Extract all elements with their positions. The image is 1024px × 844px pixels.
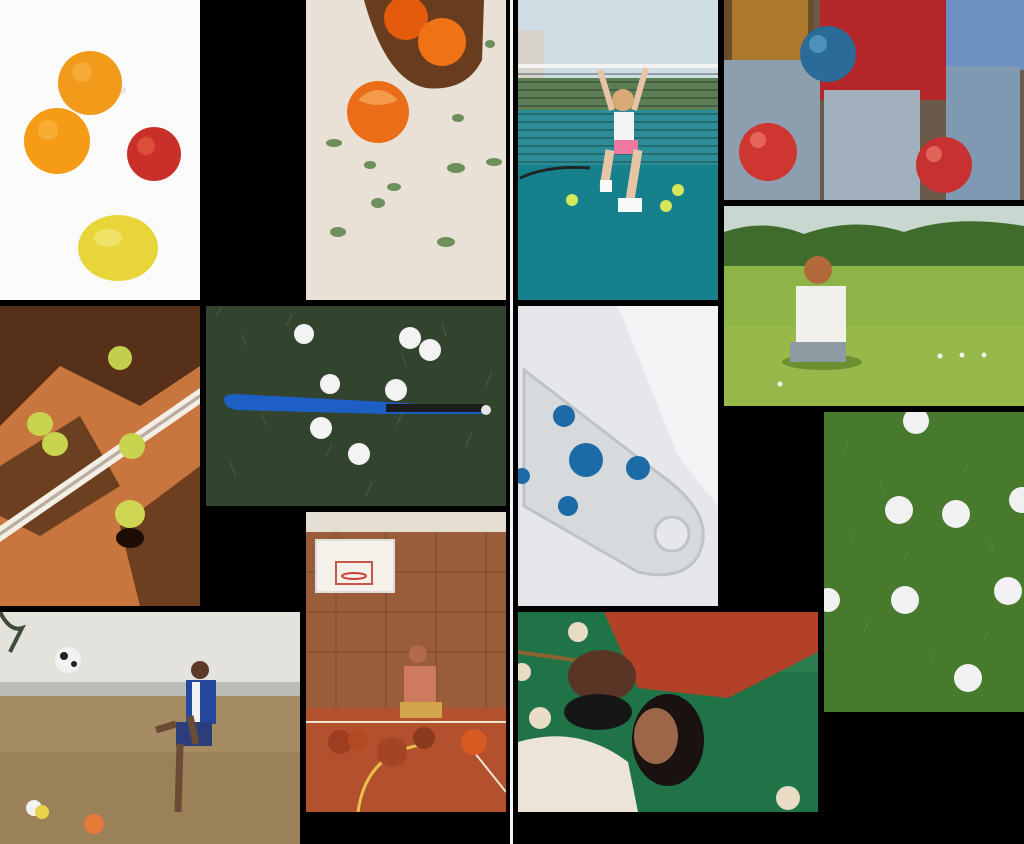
photo-bat-grass <box>206 306 506 506</box>
photo-golf-balls <box>824 412 1024 712</box>
photo-basketball-gym <box>306 512 506 812</box>
center-divider <box>510 0 513 844</box>
photo-beach-soccer <box>0 612 300 844</box>
photo-fruit <box>0 0 200 300</box>
photo-tangerines <box>306 0 506 300</box>
photo-tennis-balls <box>0 306 200 606</box>
photo-field-woman <box>724 206 1024 406</box>
photo-billiards <box>518 612 818 812</box>
photo-blue-tray <box>518 306 718 606</box>
photo-bowling <box>724 0 1024 200</box>
photo-tennis-player <box>518 0 718 300</box>
